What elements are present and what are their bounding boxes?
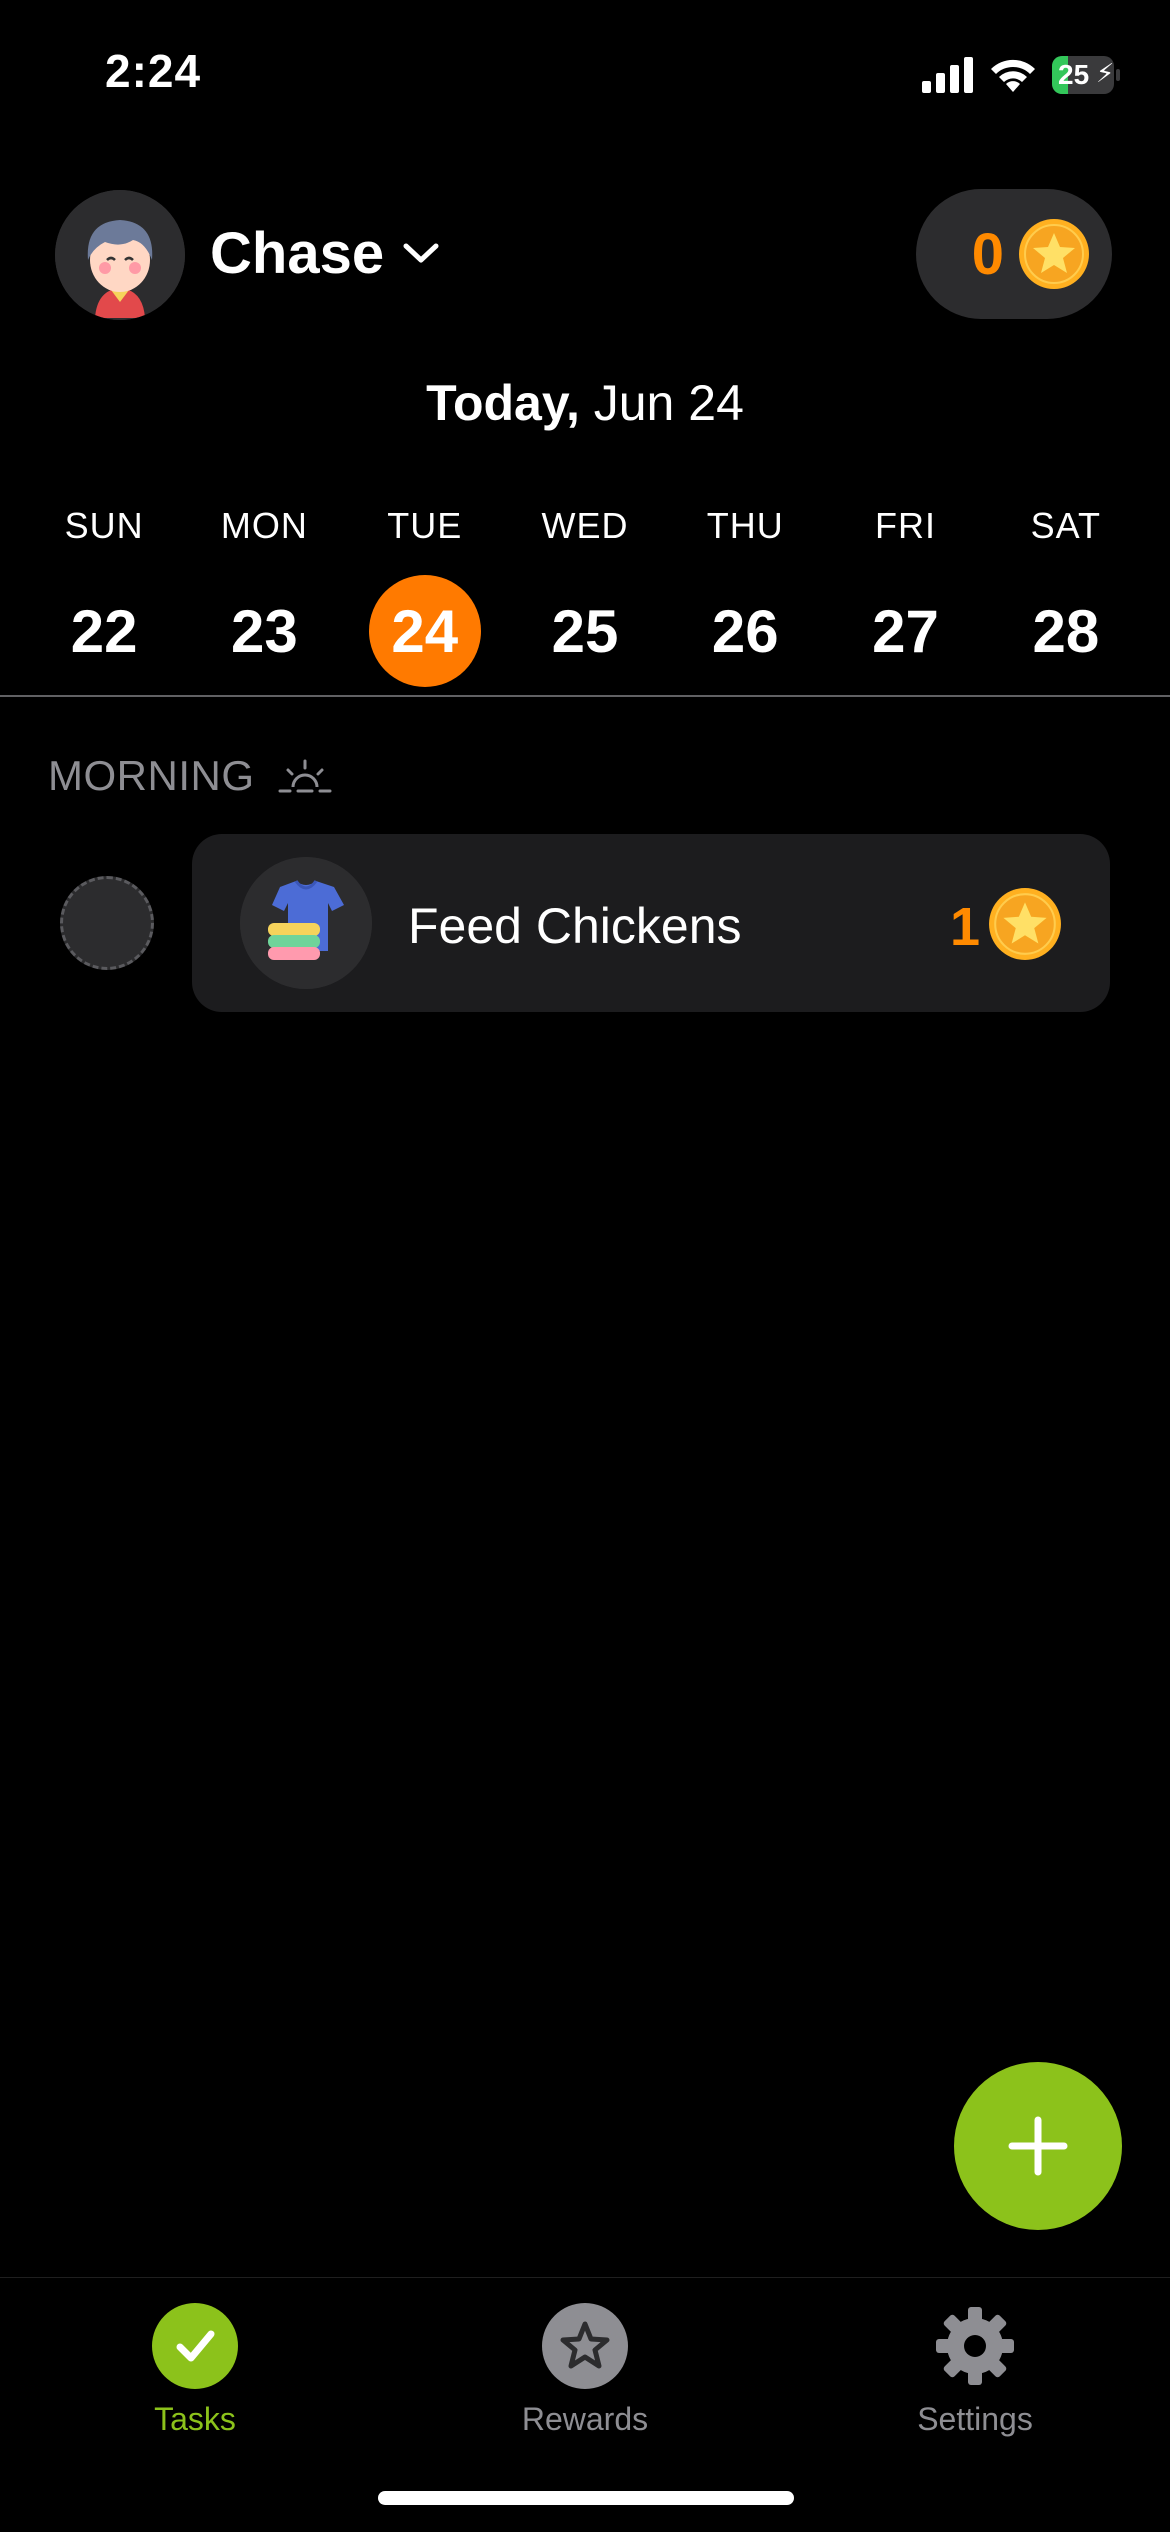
day-name: WED <box>541 505 629 546</box>
day-name: FRI <box>875 505 937 546</box>
user-name[interactable]: Chase <box>210 220 384 287</box>
day-sat[interactable]: SAT 28 <box>986 505 1146 687</box>
battery-icon: 25 ⚡ <box>1052 56 1120 94</box>
divider <box>0 695 1170 697</box>
status-time: 2:24 <box>105 45 202 97</box>
coin-count: 0 <box>971 221 1004 287</box>
day-name: THU <box>706 505 784 546</box>
section-title: MORNING <box>48 752 255 799</box>
day-sun[interactable]: SUN 22 <box>24 505 184 687</box>
plus-icon <box>1008 2116 1068 2176</box>
today-date-label: Today, Jun 24 <box>0 374 1170 432</box>
day-number: 25 <box>551 597 619 665</box>
sunrise-icon <box>278 759 332 793</box>
week-strip: SUN 22 MON 23 TUE 24 WED 25 THU 26 FRI 2… <box>24 505 1146 687</box>
tab-settings[interactable]: Settings <box>825 2303 1125 2438</box>
day-name: SAT <box>1030 505 1101 546</box>
tab-label: Settings <box>917 2401 1033 2437</box>
battery-level: 25 <box>1058 59 1090 90</box>
star-coin-icon <box>989 888 1061 960</box>
gear-icon <box>932 2303 1018 2389</box>
clothes-icon <box>240 857 372 989</box>
day-thu[interactable]: THU 26 <box>665 505 825 687</box>
task-complete-checkbox[interactable] <box>60 876 154 970</box>
day-number-selected: 24 <box>368 575 481 687</box>
tab-bar-divider <box>0 2277 1170 2278</box>
avatar[interactable] <box>55 190 185 320</box>
day-fri[interactable]: FRI 27 <box>825 505 985 687</box>
day-number: 22 <box>70 597 138 665</box>
day-mon[interactable]: MON 23 <box>184 505 344 687</box>
tab-rewards[interactable]: Rewards <box>435 2303 735 2438</box>
day-number: 27 <box>872 597 939 665</box>
signal-icon <box>922 57 973 93</box>
charging-bolt-icon: ⚡ <box>1096 58 1115 88</box>
current-date: Jun 24 <box>593 375 744 431</box>
tab-label: Rewards <box>521 2401 649 2437</box>
task-title: Feed Chickens <box>408 898 742 954</box>
check-icon <box>152 2303 238 2389</box>
add-task-button[interactable] <box>954 2062 1122 2230</box>
day-wed[interactable]: WED 25 <box>505 505 665 687</box>
day-name: TUE <box>387 505 463 546</box>
task-points: 1 <box>950 897 981 957</box>
today-prefix: Today, <box>426 375 580 431</box>
star-icon <box>542 2303 628 2389</box>
day-name: MON <box>220 505 308 546</box>
chevron-down-icon[interactable] <box>400 238 442 268</box>
coin-balance[interactable]: 0 <box>916 189 1112 319</box>
day-tue[interactable]: TUE 24 <box>345 505 505 687</box>
tab-label: Tasks <box>154 2401 236 2437</box>
tab-tasks[interactable]: Tasks <box>45 2303 345 2438</box>
day-name: SUN <box>64 505 144 546</box>
star-coin-icon <box>1019 219 1089 289</box>
child-avatar-icon <box>55 190 185 320</box>
day-number: 28 <box>1032 597 1100 665</box>
wifi-icon <box>991 59 1035 92</box>
day-number: 23 <box>231 597 298 665</box>
day-number: 26 <box>711 597 779 665</box>
home-indicator[interactable] <box>378 2491 794 2505</box>
status-icons: 25 ⚡ <box>922 50 1120 100</box>
